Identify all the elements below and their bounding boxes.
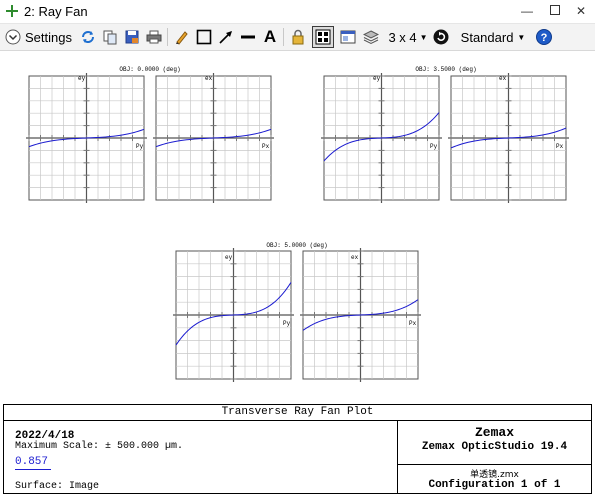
print-button[interactable] [145,27,163,47]
xlabel-plot2-left: Py [430,143,438,150]
grid-icon [315,29,331,45]
plot-title: Transverse Ray Fan Plot [4,405,591,421]
company-name: Zemax [474,425,514,440]
grid-layout-button[interactable] [312,26,334,48]
ray-fan-plots: OBJ: 0.0000 (deg) OBJ: 3.5000 (deg) OBJ:… [26,66,569,382]
wavelength-text: 0.857 [15,456,49,468]
layout-dropdown-label: 3 x 4 [388,29,417,45]
subplot-plot3-right [300,248,421,382]
toolbar-separator [167,28,168,46]
window-button[interactable] [339,27,357,47]
subplot-plot1-right [153,73,274,203]
text-button[interactable]: A [261,27,279,47]
maximize-icon[interactable] [546,2,564,20]
layers-icon [363,30,379,45]
arrow-icon [219,31,232,44]
standard-dropdown[interactable]: Standard ▼ [460,27,526,47]
print-icon [146,30,162,44]
toolbar-separator [283,28,284,46]
ylabel-plot1-left: ey [78,75,86,82]
plot-footer: Transverse Ray Fan Plot 2022/4/18 Maximu… [3,404,592,494]
line-icon [241,35,255,39]
footer-divider [398,464,591,465]
window-title: 2: Ray Fan [24,4,88,19]
svg-text:?: ? [541,32,548,44]
xlabel-plot3-left: Py [283,320,291,327]
xlabel-plot3-right: Px [409,320,417,327]
lock-icon [292,29,304,45]
xlabel-plot2-right: Px [556,143,564,150]
line-button[interactable] [239,27,257,47]
chevron-down-icon: ▼ [419,32,428,42]
lock-button[interactable] [289,27,307,47]
obj-label-1: OBJ: 0.0000 (deg) [119,66,180,73]
ylabel-plot2-right: ex [499,75,507,82]
help-icon: ? [536,29,552,45]
subplot-plot2-left [321,73,442,203]
obj-label-3: OBJ: 5.0000 (deg) [266,242,327,249]
copy-button[interactable] [101,27,119,47]
pencil-icon [176,31,188,45]
subplot-plot1-left [26,73,147,203]
chevron-down-icon [5,29,21,45]
window-icon [340,30,356,44]
ylabel-plot2-left: ey [373,75,381,82]
window-titlebar: 2: Ray Fan — ✕ [0,0,595,24]
ylabel-plot3-left: ey [225,254,233,261]
standard-dropdown-label: Standard [460,29,514,45]
refresh-icon [82,31,94,43]
ylabel-plot3-right: ex [351,254,359,261]
xlabel-plot1-left: Py [136,143,144,150]
settings-label[interactable]: Settings [25,27,73,47]
text-icon: A [263,27,277,46]
product-name: Zemax OpticStudio 19.4 [421,441,568,453]
rotate-icon [433,29,449,45]
rotate-button[interactable] [432,27,450,47]
arrow-button[interactable] [217,27,235,47]
rectangle-icon [196,29,212,45]
save-icon [125,30,139,44]
subplot-plot3-left [173,248,294,382]
obj-label-2: OBJ: 3.5000 (deg) [415,66,476,73]
chevron-down-icon: ▼ [517,32,526,42]
ray-fan-plot-area: OBJ: 0.0000 (deg) OBJ: 3.5000 (deg) OBJ:… [0,51,595,404]
wavelength-line [15,469,51,470]
layers-button[interactable] [362,27,380,47]
xlabel-plot1-right: Px [262,143,270,150]
settings-toggle-button[interactable] [4,27,22,47]
surface-text: Surface: Image [15,481,100,492]
toolbar: Settings A 3 x 4 ▼ Standard ▼ ? [0,24,595,51]
save-button[interactable] [123,27,141,47]
help-button[interactable]: ? [535,27,553,47]
close-icon[interactable]: ✕ [572,2,590,20]
pencil-button[interactable] [173,27,191,47]
refresh-button[interactable] [79,27,97,47]
configuration-text: Configuration 1 of 1 [428,479,561,491]
ylabel-plot1-right: ex [205,75,213,82]
copy-icon [103,30,117,45]
subplot-plot2-right [448,73,569,203]
rectangle-button[interactable] [195,27,213,47]
layout-dropdown[interactable]: 3 x 4 ▼ [388,27,428,47]
max-scale-text: Maximum Scale: ± 500.000 µm. [15,441,184,452]
minimize-icon[interactable]: — [518,2,536,20]
app-icon [6,5,18,17]
